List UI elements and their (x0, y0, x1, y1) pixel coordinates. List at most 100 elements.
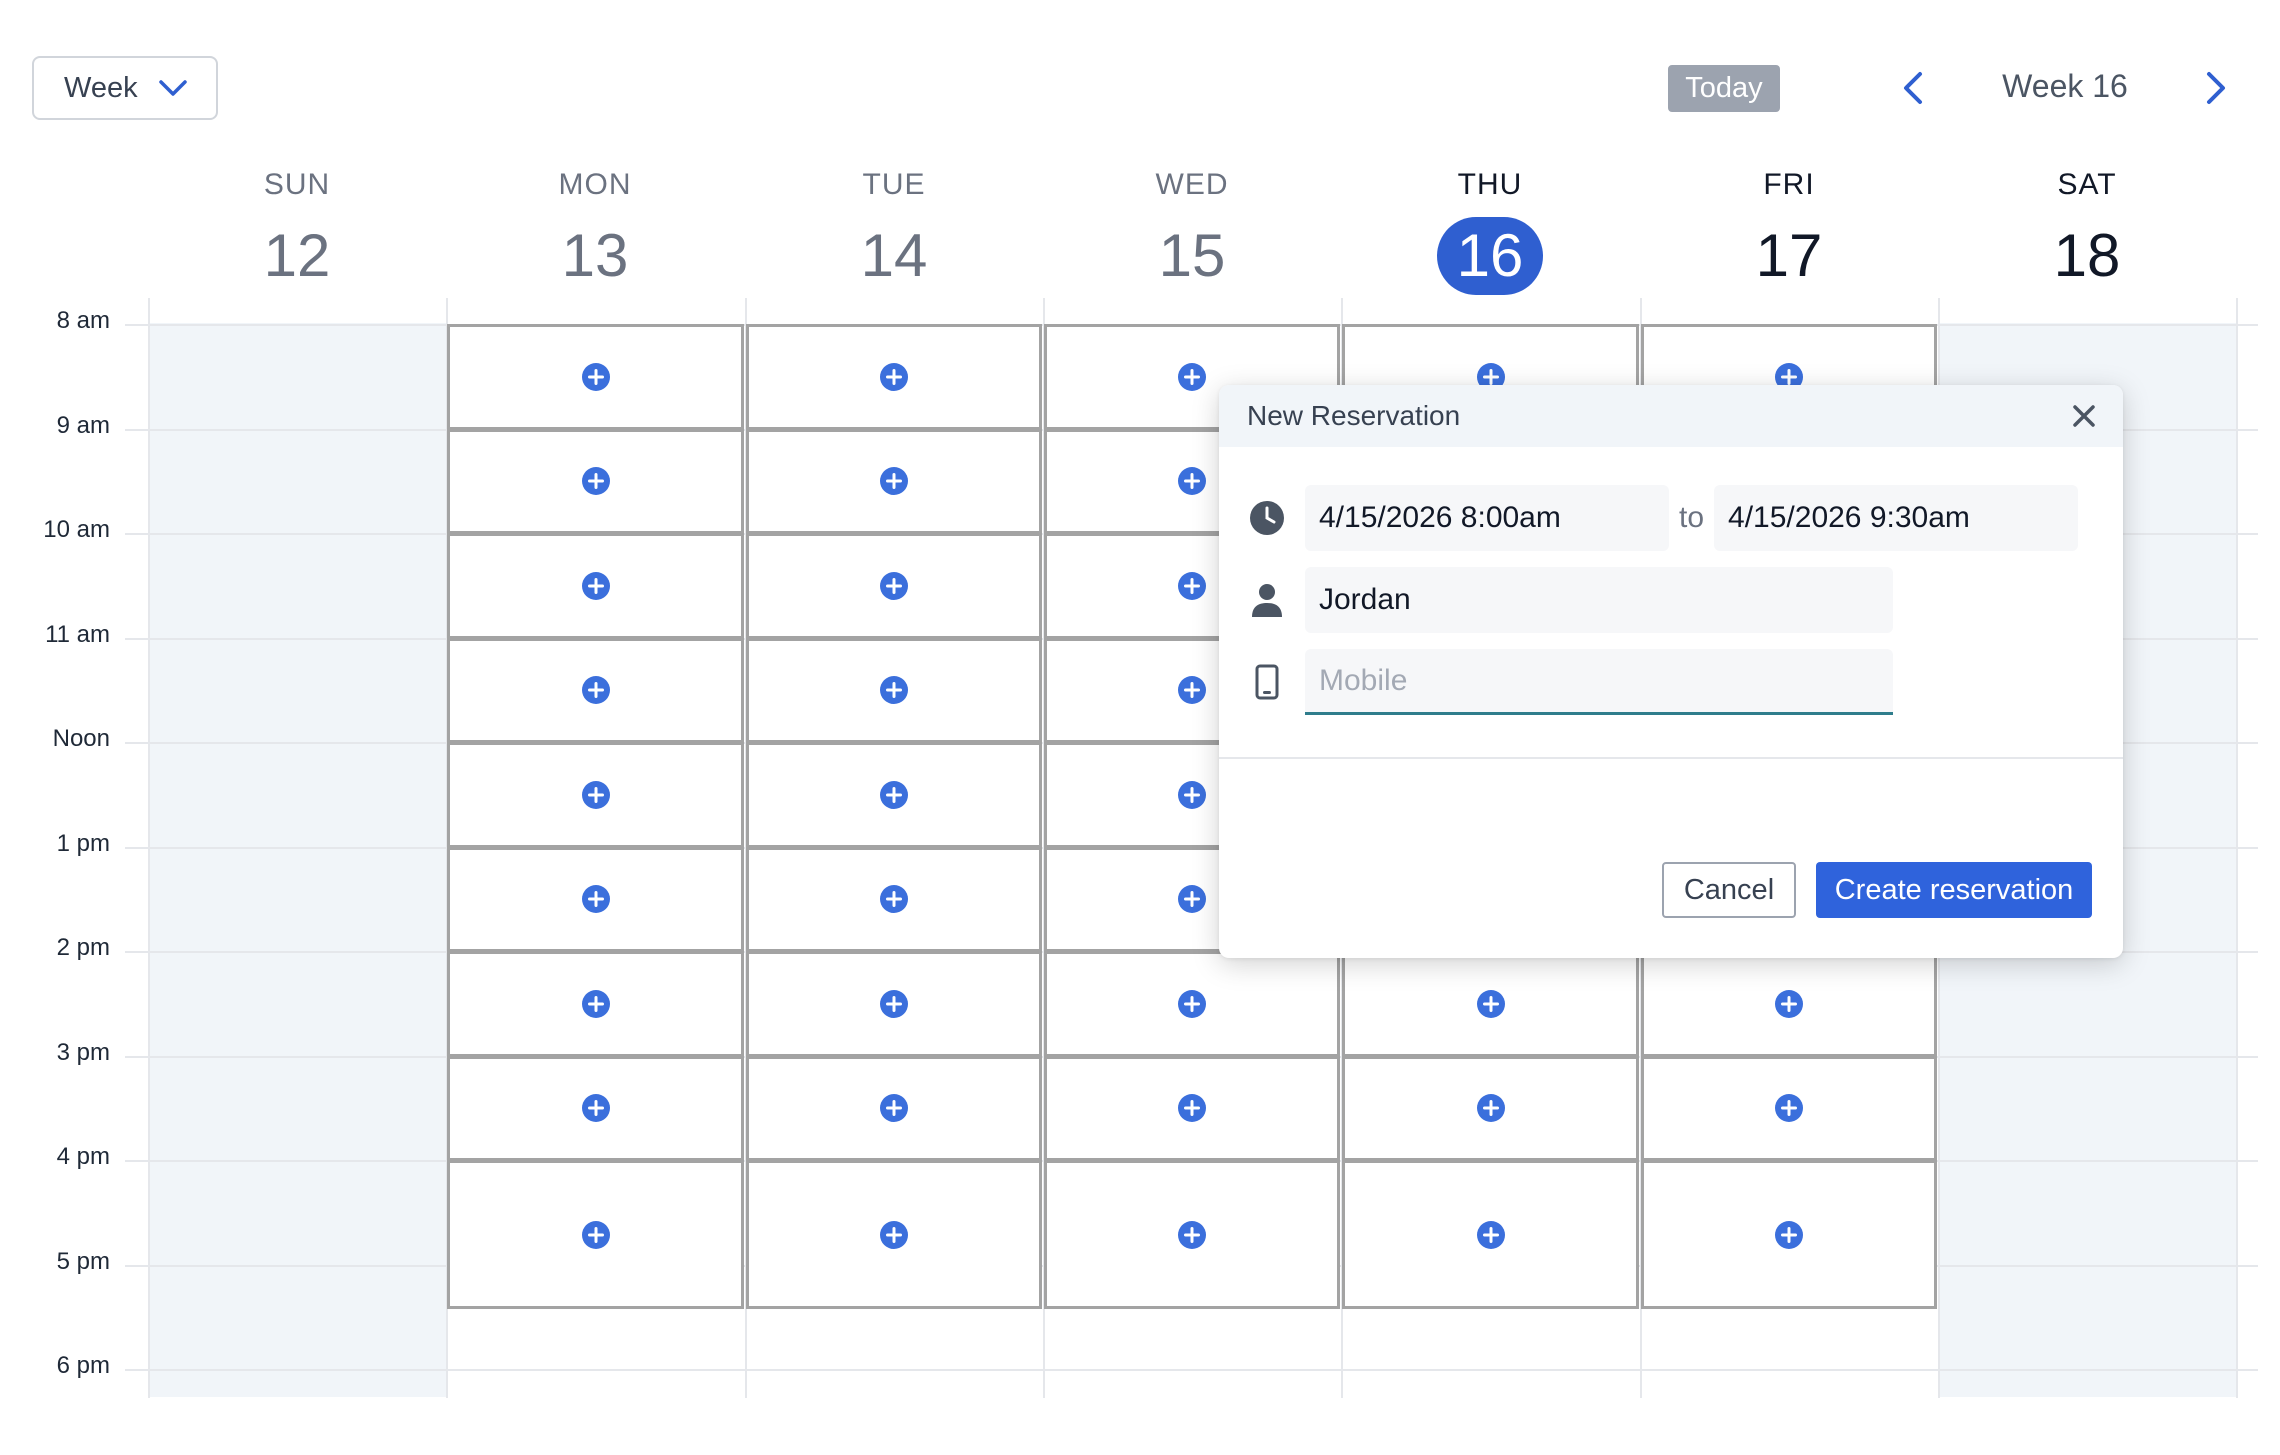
hour-label: Noon (52, 725, 110, 752)
hour-label: 2 pm (56, 934, 110, 961)
add-circle-icon (880, 676, 908, 705)
new-reservation-dialog: New Reservation 4/15/2026 8:00am to 4/15… (1219, 385, 2123, 958)
time-slot[interactable] (746, 951, 1042, 1057)
hour-label: 3 pm (56, 1038, 110, 1066)
person-icon (1247, 580, 1287, 620)
start-time-field[interactable]: 4/15/2026 8:00am (1305, 485, 1669, 551)
time-slot[interactable] (746, 1055, 1042, 1161)
add-circle-icon (880, 885, 908, 914)
add-circle-icon (1178, 362, 1206, 391)
time-slot[interactable] (1342, 1055, 1639, 1161)
time-slot[interactable] (746, 846, 1042, 952)
mobile-input[interactable] (1305, 649, 1893, 715)
day-of-week: THU (1457, 168, 1523, 201)
add-circle-icon (1476, 1094, 1505, 1123)
time-slot[interactable] (746, 637, 1042, 743)
time-slot[interactable] (1044, 1160, 1340, 1310)
end-time-field[interactable]: 4/15/2026 9:30am (1714, 485, 2079, 551)
close-icon[interactable] (2071, 403, 2097, 429)
time-slot[interactable] (447, 742, 744, 848)
time-slot[interactable] (746, 324, 1042, 430)
time-slot[interactable] (1342, 1160, 1639, 1310)
next-week-button[interactable] (2201, 70, 2231, 106)
add-circle-icon (581, 780, 610, 809)
time-slot[interactable] (447, 1055, 744, 1161)
chevron-down-icon (158, 80, 187, 96)
add-circle-icon (581, 467, 610, 496)
to-label: to (1679, 501, 1705, 534)
add-circle-icon (1178, 885, 1206, 914)
time-slot[interactable] (447, 846, 744, 952)
add-circle-icon (1178, 676, 1206, 705)
hour-label: 8 am (56, 307, 110, 334)
time-slot[interactable] (1641, 951, 1937, 1057)
start-time-value: 4/15/2026 8:00am (1319, 501, 1561, 534)
today-button[interactable]: Today (1668, 65, 1780, 112)
mobile-phone-icon (1247, 662, 1287, 702)
time-slot[interactable] (746, 742, 1042, 848)
hour-label: 9 am (56, 411, 110, 439)
add-circle-icon (581, 989, 610, 1018)
day-of-week: SAT (2057, 168, 2117, 201)
name-value: Jordan (1319, 583, 1411, 616)
create-reservation-button[interactable]: Create reservation (1816, 862, 2092, 918)
dialog-divider (1219, 757, 2123, 759)
hour-label: 6 pm (56, 1352, 110, 1379)
weekend-column-sun (148, 323, 446, 1397)
day-number: 17 (1755, 222, 1823, 289)
time-slot[interactable] (447, 533, 744, 639)
day-header-sat: SAT 18 (1938, 168, 2236, 292)
day-number: 15 (1158, 222, 1226, 289)
chevron-right-icon (2207, 72, 2225, 104)
day-number: 13 (561, 222, 629, 289)
add-circle-icon (880, 571, 908, 600)
add-circle-icon (880, 989, 908, 1018)
hour-label: 1 pm (56, 829, 110, 857)
add-circle-icon (1178, 571, 1206, 600)
add-circle-icon (581, 571, 610, 600)
name-row: Jordan (1247, 567, 1893, 633)
add-circle-icon (880, 467, 908, 496)
cancel-button[interactable]: Cancel (1662, 862, 1796, 918)
add-circle-icon (581, 1220, 610, 1249)
time-slot[interactable] (1044, 1055, 1340, 1161)
day-of-week: FRI (1763, 168, 1815, 201)
day-number: 12 (263, 222, 331, 289)
time-slot[interactable] (746, 428, 1042, 534)
mobile-row (1247, 649, 1893, 715)
time-slot[interactable] (447, 324, 744, 430)
time-slot[interactable] (746, 1160, 1042, 1310)
add-circle-icon (581, 885, 610, 914)
time-slot[interactable] (1641, 1055, 1937, 1161)
time-slot[interactable] (447, 1160, 744, 1310)
dialog-header: New Reservation (1219, 385, 2123, 447)
name-field[interactable]: Jordan (1305, 567, 1893, 633)
add-circle-icon (1476, 1220, 1505, 1249)
time-slot[interactable] (447, 428, 744, 534)
day-of-week: MON (558, 168, 632, 201)
add-circle-icon (880, 1220, 908, 1249)
prev-week-button[interactable] (1898, 70, 1928, 106)
end-time-value: 4/15/2026 9:30am (1728, 501, 1970, 534)
time-slot[interactable] (1044, 951, 1340, 1057)
day-header-wed: WED 15 (1043, 168, 1341, 292)
add-circle-icon (581, 676, 610, 705)
add-circle-icon (581, 1094, 610, 1123)
week-label: Week 16 (2002, 68, 2128, 104)
day-gridline (148, 298, 150, 1398)
time-slot[interactable] (1641, 1160, 1937, 1310)
add-circle-icon (1178, 467, 1206, 496)
time-slot[interactable] (447, 637, 744, 743)
time-slot[interactable] (447, 951, 744, 1057)
day-of-week: TUE (862, 168, 926, 201)
add-circle-icon (1178, 1220, 1206, 1249)
dialog-title: New Reservation (1247, 400, 1461, 431)
day-number: 18 (2053, 222, 2121, 289)
time-slot[interactable] (746, 533, 1042, 639)
add-circle-icon (880, 362, 908, 391)
day-of-week: SUN (263, 168, 331, 201)
hour-label: 4 pm (56, 1143, 110, 1170)
day-header-sun: SUN 12 (148, 168, 446, 292)
view-select[interactable]: Week (32, 56, 218, 120)
time-slot[interactable] (1342, 951, 1639, 1057)
